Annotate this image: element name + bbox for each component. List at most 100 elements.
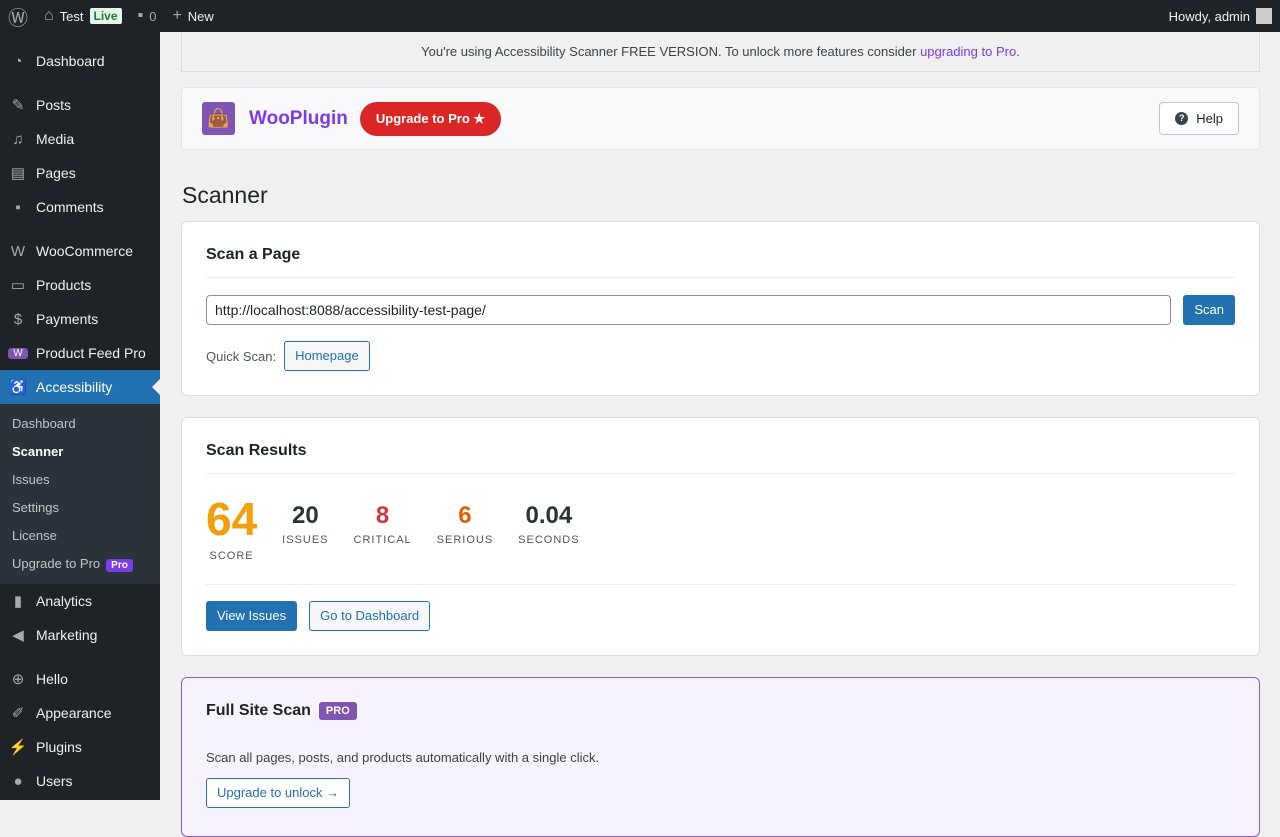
menu-users[interactable]: ● Users bbox=[0, 764, 160, 798]
menu-label: Products bbox=[36, 277, 92, 293]
submenu-settings[interactable]: Settings bbox=[0, 494, 160, 522]
seconds-stat: 0.04 SECONDS bbox=[518, 492, 579, 546]
seconds-value: 0.04 bbox=[525, 502, 573, 529]
menu-label: Dashboard bbox=[36, 53, 105, 69]
menu-comments[interactable]: ▪ Comments bbox=[0, 190, 160, 224]
submenu-dashboard[interactable]: Dashboard bbox=[0, 410, 160, 438]
full-site-scan-card: Full Site Scan PRO Scan all pages, posts,… bbox=[181, 677, 1260, 837]
menu-dashboard[interactable]: ◔ Dashboard bbox=[0, 44, 160, 78]
score-stat: 64 SCORE bbox=[206, 492, 257, 562]
issues-label: ISSUES bbox=[282, 534, 329, 546]
menu-analytics[interactable]: ▮ Analytics bbox=[0, 584, 160, 618]
menu-appearance[interactable]: ✐ Appearance bbox=[0, 696, 160, 730]
notice-end: . bbox=[1016, 44, 1020, 59]
menu-label: Plugins bbox=[36, 739, 82, 755]
help-label: Help bbox=[1196, 111, 1223, 126]
menu-label: Analytics bbox=[36, 593, 93, 609]
upgrade-to-pro-button[interactable]: Upgrade to Pro ★ bbox=[359, 101, 502, 136]
menu-label: Users bbox=[36, 773, 73, 789]
notice-text: You're using Accessibility Scanner FREE … bbox=[421, 44, 921, 59]
home-icon: ⌂ bbox=[44, 7, 54, 24]
serious-value: 6 bbox=[458, 502, 472, 529]
menu-hello[interactable]: ⊕ Hello bbox=[0, 662, 160, 696]
site-name: Test bbox=[59, 8, 84, 24]
scan-results-card: Scan Results 64 SCORE 20 ISSUES 8 CRITICAL … bbox=[181, 417, 1260, 656]
free-version-notice: You're using Accessibility Scanner FREE … bbox=[181, 32, 1260, 72]
dollar-icon: $ bbox=[13, 310, 23, 328]
issues-stat: 20 ISSUES bbox=[282, 492, 328, 546]
card-title: Scan Results bbox=[206, 418, 1235, 474]
archive-icon: ▭ bbox=[10, 277, 26, 294]
menu-products[interactable]: ▭ Products bbox=[0, 268, 160, 302]
pages-icon: ▤ bbox=[10, 165, 26, 182]
submenu-upgrade[interactable]: Upgrade to Pro Pro bbox=[0, 550, 160, 578]
menu-payments[interactable]: $ Payments bbox=[0, 302, 160, 336]
menu-marketing[interactable]: ◀ Marketing bbox=[0, 618, 160, 652]
homepage-button[interactable]: Homepage bbox=[284, 341, 370, 371]
submenu-label: Upgrade to Pro bbox=[12, 556, 101, 571]
menu-accessibility[interactable]: ♿ Accessibility bbox=[0, 370, 160, 404]
quick-scan-label: Quick Scan: bbox=[206, 348, 277, 364]
menu-label: Marketing bbox=[36, 627, 98, 643]
comments-count: 0 bbox=[149, 8, 157, 24]
site-link[interactable]: ⌂ Test Live bbox=[36, 0, 130, 32]
score-value: 64 bbox=[206, 493, 258, 545]
pin-icon: ✎ bbox=[11, 97, 25, 114]
menu-plugins[interactable]: ⚡ Plugins bbox=[0, 730, 160, 764]
menu-label: Accessibility bbox=[36, 379, 113, 395]
comment-icon: ▪ bbox=[15, 198, 21, 216]
url-input[interactable]: http://localhost:8088/accessibility-test… bbox=[206, 295, 1172, 325]
plus-circle-icon: ⊕ bbox=[11, 671, 25, 688]
submenu-license[interactable]: License bbox=[0, 522, 160, 550]
new-link[interactable]: + New bbox=[164, 0, 221, 32]
view-issues-button[interactable]: View Issues bbox=[206, 601, 298, 631]
accessibility-icon: ♿ bbox=[8, 379, 28, 396]
menu-posts[interactable]: ✎ Posts bbox=[0, 88, 160, 122]
menu-label: Posts bbox=[36, 97, 72, 113]
issues-value: 20 bbox=[292, 502, 319, 529]
user-icon: ● bbox=[13, 772, 23, 790]
help-button[interactable]: ? Help bbox=[1159, 102, 1239, 135]
admin-bar: Ⓦ ⌂ Test Live ▪ 0 + New Howdy, admin bbox=[0, 0, 1280, 32]
page-title: Scanner bbox=[182, 182, 268, 208]
comments-link[interactable]: ▪ 0 bbox=[130, 0, 165, 32]
menu-pages[interactable]: ▤ Pages bbox=[0, 156, 160, 190]
woo-icon: W bbox=[10, 242, 26, 260]
serious-stat: 6 SERIOUS bbox=[437, 492, 494, 546]
menu-label: Media bbox=[36, 131, 75, 147]
avatar bbox=[1256, 8, 1272, 24]
brand-name: WooPlugin bbox=[249, 107, 348, 129]
scan-button[interactable]: Scan bbox=[1183, 295, 1235, 325]
menu-label: Appearance bbox=[36, 705, 112, 721]
chart-icon: ▮ bbox=[13, 593, 23, 610]
score-label: SCORE bbox=[209, 550, 254, 562]
go-to-dashboard-button[interactable]: Go to Dashboard bbox=[309, 601, 431, 631]
submenu-issues[interactable]: Issues bbox=[0, 466, 160, 494]
menu-label: Payments bbox=[36, 311, 99, 327]
question-icon: ? bbox=[1175, 112, 1189, 125]
main-content: You're using Accessibility Scanner FREE … bbox=[181, 32, 1260, 837]
seconds-label: SECONDS bbox=[518, 534, 580, 546]
dashboard-icon: ◔ bbox=[13, 52, 23, 70]
wordpress-logo-icon[interactable]: Ⓦ bbox=[0, 0, 36, 32]
upgrade-to-unlock-button[interactable]: Upgrade to unlock → bbox=[206, 778, 351, 808]
plus-icon: + bbox=[172, 7, 182, 24]
menu-media[interactable]: ♫ Media bbox=[0, 122, 160, 156]
menu-product-feed-pro[interactable]: W Product Feed Pro bbox=[0, 336, 160, 370]
account-menu[interactable]: Howdy, admin bbox=[1169, 8, 1280, 24]
plugin-header: 👜 WooPlugin Upgrade to Pro ★ ? Help bbox=[181, 87, 1260, 150]
admin-sidebar: ◔ Dashboard ✎ Posts ♫ Media ▤ Pages ▪ Comment… bbox=[0, 32, 160, 800]
card-title: Scan a Page bbox=[206, 222, 1235, 278]
card-title: Full Site Scan bbox=[206, 702, 311, 719]
submenu-scanner[interactable]: Scanner bbox=[0, 438, 160, 466]
upgrade-link[interactable]: upgrading to Pro bbox=[920, 44, 1016, 59]
shopping-bag-icon: 👜 bbox=[202, 102, 235, 135]
menu-woocommerce[interactable]: W WooCommerce bbox=[0, 234, 160, 268]
serious-label: SERIOUS bbox=[436, 534, 494, 546]
scan-page-card: Scan a Page http://localhost:8088/access… bbox=[181, 221, 1260, 396]
megaphone-icon: ◀ bbox=[12, 627, 24, 644]
accessibility-submenu: Dashboard Scanner Issues Settings Licens… bbox=[0, 404, 160, 584]
pro-badge: Pro bbox=[106, 559, 133, 572]
feed-icon: W bbox=[8, 347, 28, 359]
brush-icon: ✐ bbox=[11, 705, 25, 722]
